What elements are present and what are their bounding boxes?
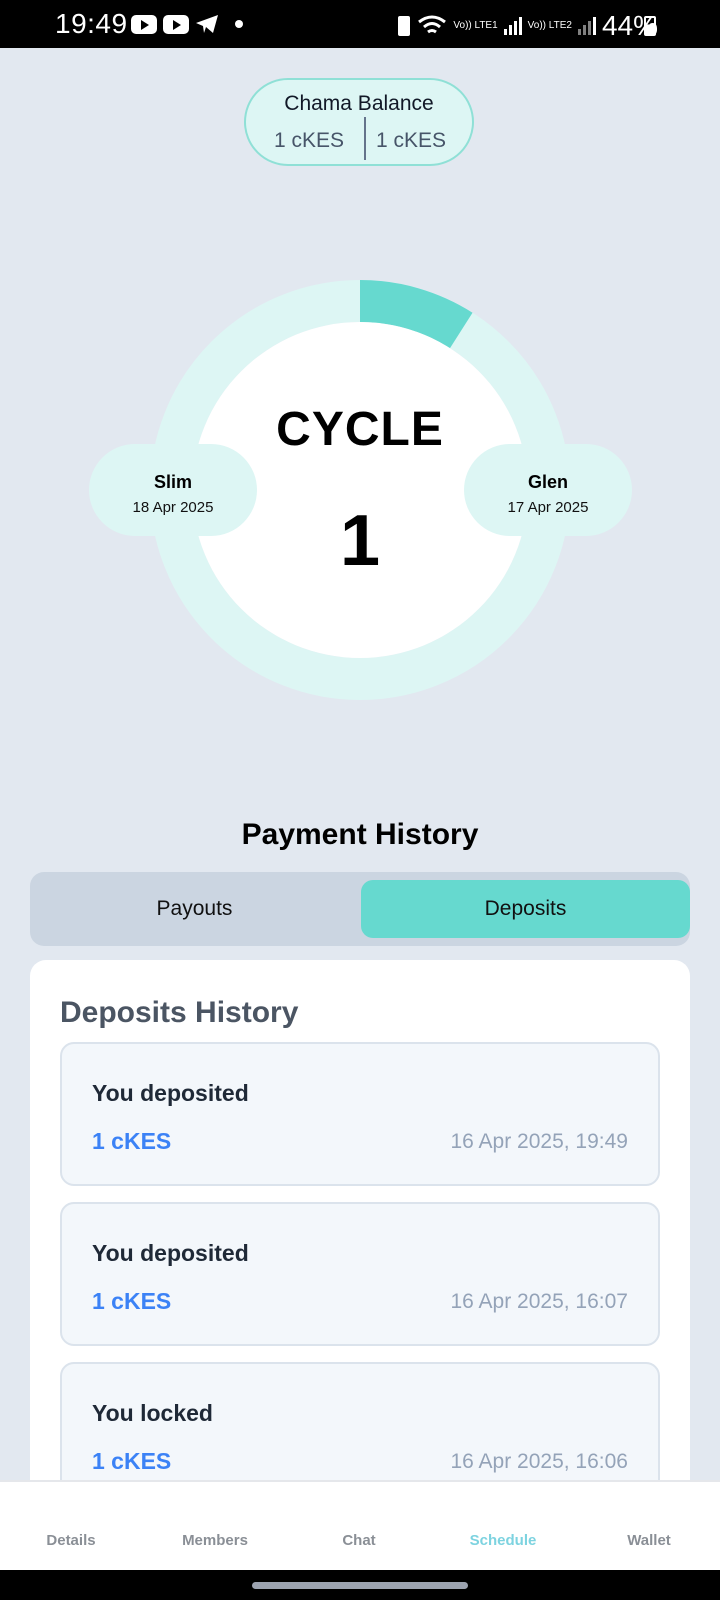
network-2-label: Vo)) LTE2 (527, 20, 572, 31)
transaction-amount: 1 cKES (92, 1128, 172, 1154)
transaction-item[interactable]: You deposited 1 cKES 16 Apr 2025, 19:49 (60, 1042, 660, 1186)
transaction-item[interactable]: You deposited 1 cKES 16 Apr 2025, 16:07 (60, 1202, 660, 1346)
wifi-icon (418, 15, 447, 34)
transaction-action: You deposited (92, 1240, 249, 1266)
transaction-amount: 1 cKES (92, 1288, 172, 1314)
tab-deposits[interactable]: Deposits (361, 880, 690, 938)
balance-title: Chama Balance (284, 92, 434, 115)
home-gesture-handle[interactable] (252, 1582, 468, 1589)
history-tabs: Payouts Deposits (30, 872, 690, 946)
transaction-date: 16 Apr 2025, 16:07 (450, 1290, 629, 1313)
transaction-date: 16 Apr 2025, 16:06 (450, 1450, 629, 1473)
network-1-label: Vo)) LTE1 (453, 20, 498, 31)
nav-members[interactable]: Members (155, 1532, 275, 1549)
more-notifications-dot-icon (235, 20, 243, 28)
transaction-amount: 1 cKES (92, 1448, 172, 1474)
status-time: 19:49 (55, 8, 128, 39)
nav-details[interactable]: Details (11, 1532, 131, 1549)
youtube-icon (163, 14, 189, 34)
transaction-date: 16 Apr 2025, 19:49 (450, 1130, 629, 1153)
sim-icon (398, 16, 411, 36)
youtube-icon (131, 14, 157, 34)
system-icons: Vo)) LTE1 Vo)) LTE2 44% (397, 10, 658, 42)
transaction-action: You locked (92, 1400, 213, 1426)
balance-divider (364, 117, 366, 160)
system-gesture-bar (0, 1570, 720, 1600)
member-pill-slim[interactable]: Slim 18 Apr 2025 (89, 444, 257, 536)
bottom-nav: Details Members Chat Schedule Wallet (0, 1480, 720, 1570)
member-date: 18 Apr 2025 (132, 499, 214, 516)
member-name: Slim (153, 472, 192, 492)
transaction-action: You deposited (92, 1080, 249, 1106)
payment-history-title: Payment History (241, 818, 479, 851)
tab-payouts[interactable]: Payouts (30, 880, 359, 938)
section-title: Deposits History (60, 996, 299, 1029)
nav-chat[interactable]: Chat (299, 1532, 419, 1549)
telegram-icon (196, 15, 218, 33)
member-pill-glen[interactable]: Glen 17 Apr 2025 (464, 444, 632, 536)
notification-icons (131, 14, 243, 34)
chama-balance-pill: Chama Balance 1 cKES 1 cKES (244, 78, 474, 166)
nav-wallet[interactable]: Wallet (589, 1532, 709, 1549)
member-date: 17 Apr 2025 (507, 499, 589, 516)
nav-schedule[interactable]: Schedule (443, 1532, 563, 1549)
status-bar: 19:49 Vo)) LTE1 Vo)) LTE2 44% (0, 0, 720, 48)
member-name: Glen (527, 472, 568, 492)
balance-left-value: 1 cKES (274, 129, 345, 152)
signal-1-icon (503, 17, 522, 35)
signal-2-icon (577, 17, 596, 35)
balance-right-value: 1 cKES (375, 129, 446, 152)
battery-icon (644, 16, 656, 36)
